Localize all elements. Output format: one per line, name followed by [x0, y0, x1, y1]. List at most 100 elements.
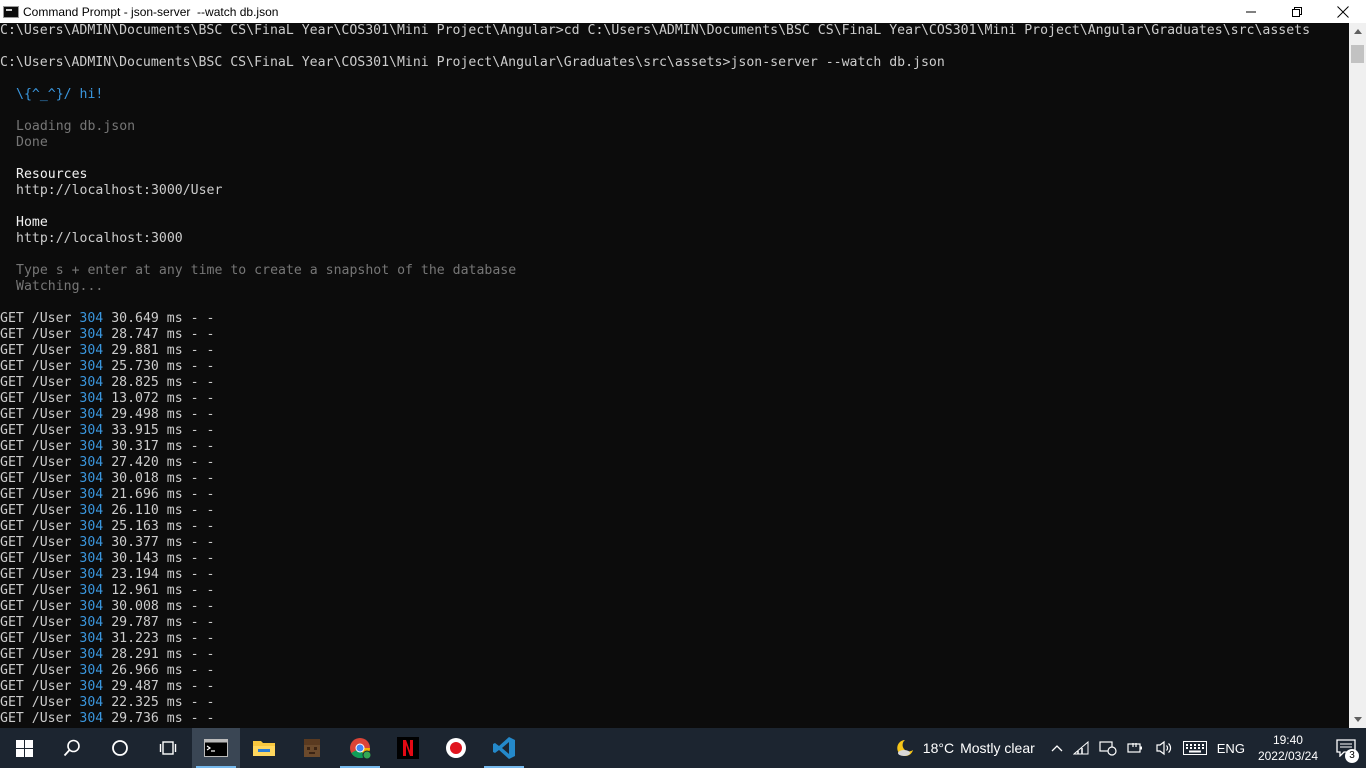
request-status-code: 304 — [79, 407, 104, 422]
request-response-time: 31.223 ms - - — [111, 631, 215, 646]
cortana-button[interactable] — [96, 728, 144, 768]
home-url: http://localhost:3000 — [16, 231, 183, 246]
request-status-code: 304 — [79, 375, 104, 390]
request-response-time: 30.143 ms - - — [111, 551, 215, 566]
chevron-up-icon — [1353, 29, 1362, 34]
request-status-code: 304 — [79, 487, 104, 502]
terminal-output[interactable]: C:\Users\ADMIN\Documents\BSC CS\FinaL Ye… — [0, 23, 1349, 728]
minimize-button[interactable] — [1228, 0, 1274, 23]
clock-date: 2022/03/24 — [1257, 749, 1318, 763]
request-response-time: 28.747 ms - - — [111, 327, 215, 342]
request-status-code: 304 — [79, 455, 104, 470]
close-button[interactable] — [1320, 0, 1366, 23]
action-center-button[interactable]: 3 — [1326, 728, 1366, 768]
command-line-json-server: C:\Users\ADMIN\Documents\BSC CS\FinaL Ye… — [0, 55, 945, 70]
request-response-time: 25.163 ms - - — [111, 519, 215, 534]
taskbar: 18°C Mostly clear ENG 19:40 2022/03/24 3 — [0, 728, 1366, 768]
taskbar-screen-recorder[interactable] — [432, 728, 480, 768]
request-status-code: 304 — [79, 679, 104, 694]
network-tray-button[interactable] — [1068, 728, 1094, 768]
request-status-code: 304 — [79, 663, 104, 678]
request-method-path: GET /User — [0, 695, 72, 710]
show-hidden-icons-button[interactable] — [1046, 728, 1068, 768]
weather-widget[interactable]: 18°C Mostly clear — [890, 728, 1046, 768]
request-response-time: 22.325 ms - - — [111, 695, 215, 710]
notification-count-badge: 3 — [1345, 749, 1359, 763]
scroll-down-button[interactable] — [1349, 711, 1366, 728]
request-response-time: 29.498 ms - - — [111, 407, 215, 422]
request-log-line: GET /User 304 27.420 ms - - — [0, 455, 1349, 471]
taskbar-chrome[interactable] — [336, 728, 384, 768]
moon-cloud-icon — [897, 740, 913, 756]
language-indicator[interactable]: ENG — [1212, 728, 1250, 768]
request-status-code: 304 — [79, 647, 104, 662]
taskbar-netflix[interactable] — [384, 728, 432, 768]
scrollbar-thumb[interactable] — [1351, 45, 1364, 63]
request-response-time: 28.825 ms - - — [111, 375, 215, 390]
restore-icon — [1292, 6, 1302, 17]
start-button[interactable] — [0, 728, 48, 768]
request-method-path: GET /User — [0, 679, 72, 694]
command-prompt-icon — [204, 739, 228, 757]
request-status-code: 304 — [79, 583, 104, 598]
request-response-time: 30.649 ms - - — [111, 311, 215, 326]
request-response-time: 29.736 ms - - — [111, 711, 215, 726]
snapshot-hint: Type s + enter at any time to create a s… — [16, 263, 517, 278]
system-tray: 18°C Mostly clear ENG 19:40 2022/03/24 3 — [890, 728, 1366, 768]
touch-keyboard-button[interactable] — [1178, 728, 1212, 768]
vertical-scrollbar[interactable] — [1349, 23, 1366, 728]
command-prompt-window: Command Prompt - json-server --watch db.… — [0, 0, 1366, 728]
request-response-time: 29.487 ms - - — [111, 679, 215, 694]
minimize-icon — [1246, 11, 1256, 12]
request-status-code: 304 — [79, 391, 104, 406]
request-response-time: 21.696 ms - - — [111, 487, 215, 502]
request-log-line: GET /User 304 29.736 ms - - — [0, 711, 1349, 727]
battery-plug-icon — [1127, 743, 1142, 753]
request-status-code: 304 — [79, 615, 104, 630]
restore-button[interactable] — [1274, 0, 1320, 23]
power-tray-button[interactable] — [1122, 728, 1150, 768]
search-icon — [63, 739, 80, 757]
greeting-text: \{^_^}/ hi! — [16, 87, 104, 102]
request-log: GET /User 304 30.649 ms - - GET /User 304… — [0, 311, 1349, 727]
request-method-path: GET /User — [0, 535, 72, 550]
record-icon — [446, 738, 466, 758]
minecraft-icon — [304, 739, 320, 757]
taskbar-command-prompt[interactable] — [192, 728, 240, 768]
request-response-time: 28.291 ms - - — [111, 647, 215, 662]
command-line-cd: C:\Users\ADMIN\Documents\BSC CS\FinaL Ye… — [0, 23, 1311, 38]
request-response-time: 25.730 ms - - — [111, 359, 215, 374]
request-log-line: GET /User 304 29.881 ms - - — [0, 343, 1349, 359]
request-method-path: GET /User — [0, 615, 72, 630]
request-log-line: GET /User 304 13.072 ms - - — [0, 391, 1349, 407]
request-response-time: 30.317 ms - - — [111, 439, 215, 454]
request-method-path: GET /User — [0, 631, 72, 646]
request-status-code: 304 — [79, 711, 104, 726]
request-log-line: GET /User 304 31.223 ms - - — [0, 631, 1349, 647]
request-method-path: GET /User — [0, 663, 72, 678]
window-title: Command Prompt - json-server --watch db.… — [23, 4, 279, 19]
search-button[interactable] — [48, 728, 96, 768]
scroll-up-button[interactable] — [1349, 23, 1366, 40]
taskbar-minecraft[interactable] — [288, 728, 336, 768]
request-method-path: GET /User — [0, 455, 72, 470]
request-status-code: 304 — [79, 471, 104, 486]
volume-tray-button[interactable] — [1150, 728, 1178, 768]
request-status-code: 304 — [79, 631, 104, 646]
taskbar-vscode[interactable] — [480, 728, 528, 768]
windows-logo-icon — [15, 739, 33, 757]
weather-description: Mostly clear — [960, 740, 1035, 756]
screen-refresh-icon — [1099, 741, 1117, 756]
title-bar[interactable]: Command Prompt - json-server --watch db.… — [0, 0, 1366, 23]
request-status-code: 304 — [79, 551, 104, 566]
clock[interactable]: 19:40 2022/03/24 — [1250, 732, 1326, 764]
request-method-path: GET /User — [0, 599, 72, 614]
language-label: ENG — [1216, 740, 1245, 756]
taskbar-file-explorer[interactable] — [240, 728, 288, 768]
display-tray-button[interactable] — [1094, 728, 1122, 768]
request-log-line: GET /User 304 28.291 ms - - — [0, 647, 1349, 663]
request-log-line: GET /User 304 30.317 ms - - — [0, 439, 1349, 455]
task-view-button[interactable] — [144, 728, 192, 768]
